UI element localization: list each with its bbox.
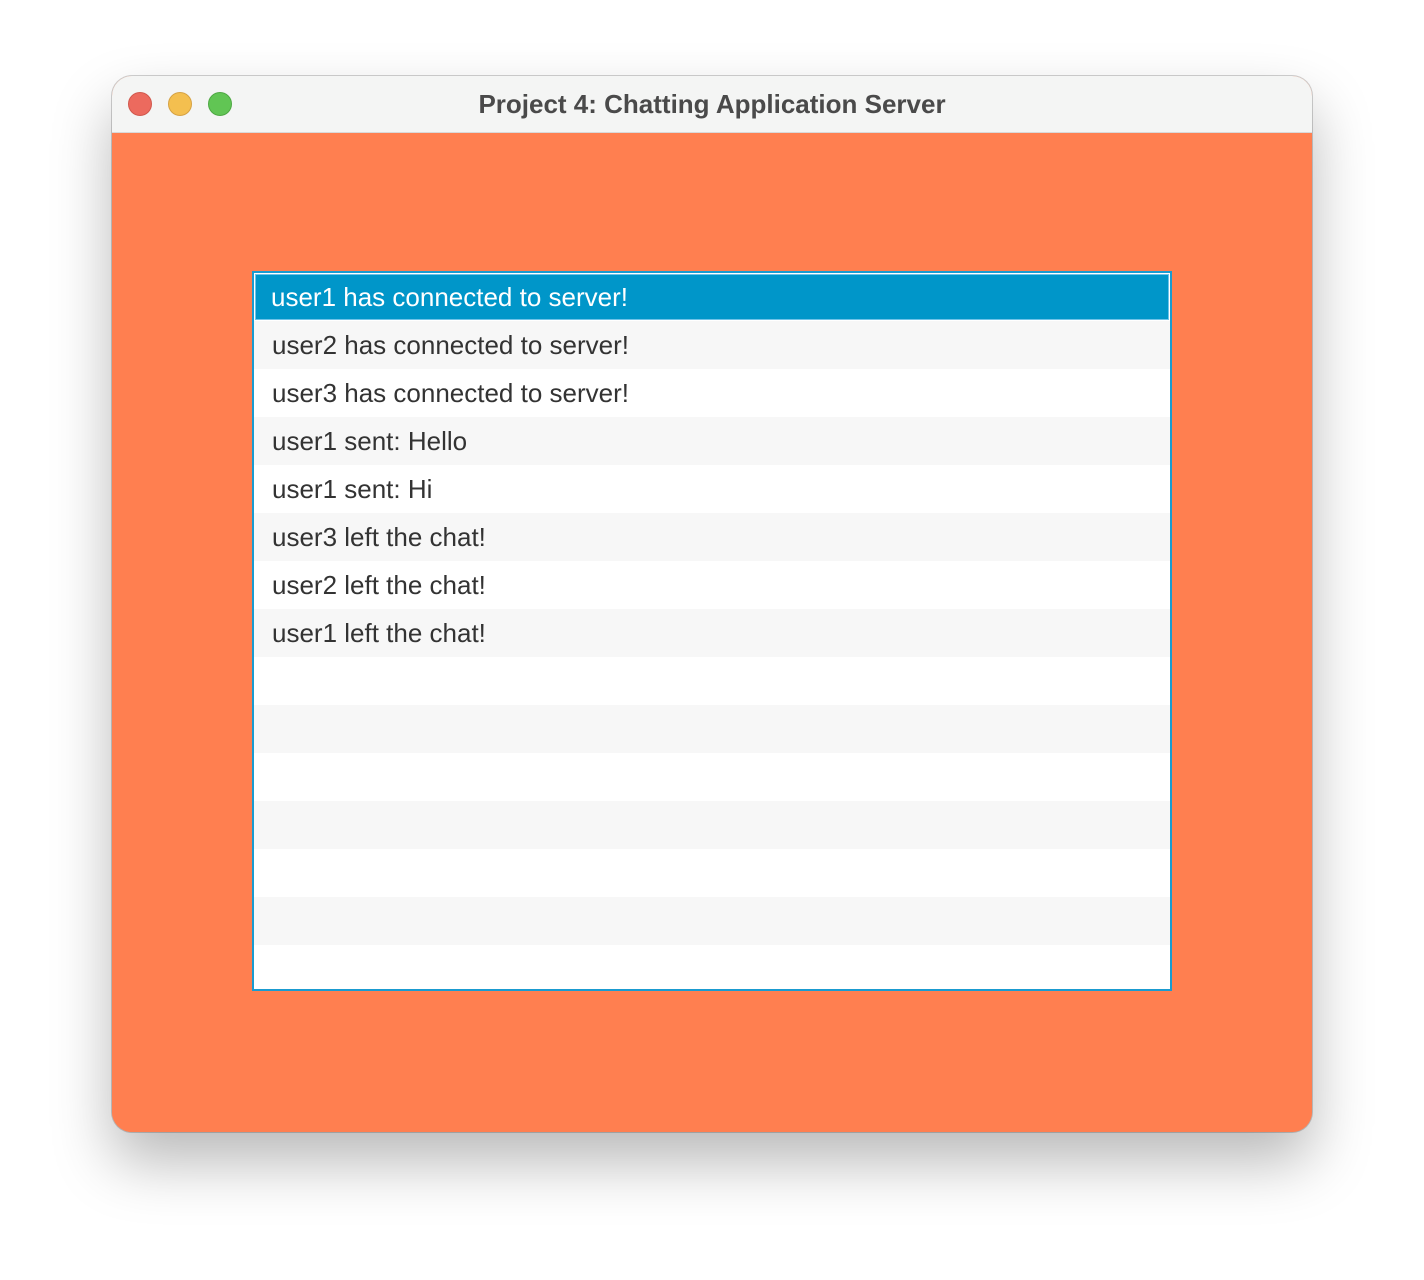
list-item[interactable]: user2 left the chat!: [254, 561, 1170, 609]
list-item[interactable]: user1 sent: Hi: [254, 465, 1170, 513]
list-item[interactable]: user1 sent: Hello: [254, 417, 1170, 465]
window-title: Project 4: Chatting Application Server: [478, 89, 946, 119]
empty-list-row: [254, 945, 1170, 989]
empty-list-row: [254, 753, 1170, 801]
list-item[interactable]: user2 has connected to server!: [254, 321, 1170, 369]
title-bar[interactable]: Project 4: Chatting Application Server: [112, 76, 1312, 133]
list-item[interactable]: user3 has connected to server!: [254, 369, 1170, 417]
empty-list-row: [254, 849, 1170, 897]
empty-list-row: [254, 657, 1170, 705]
content-pane: user1 has connected to server! user2 has…: [112, 133, 1312, 1132]
empty-list-row: [254, 801, 1170, 849]
empty-list-row: [254, 705, 1170, 753]
empty-list-row: [254, 897, 1170, 945]
server-window: Project 4: Chatting Application Server u…: [112, 76, 1312, 1132]
list-item[interactable]: user1 has connected to server!: [255, 274, 1169, 320]
list-item[interactable]: user1 left the chat!: [254, 609, 1170, 657]
message-list[interactable]: user1 has connected to server! user2 has…: [252, 271, 1172, 991]
list-item[interactable]: user3 left the chat!: [254, 513, 1170, 561]
